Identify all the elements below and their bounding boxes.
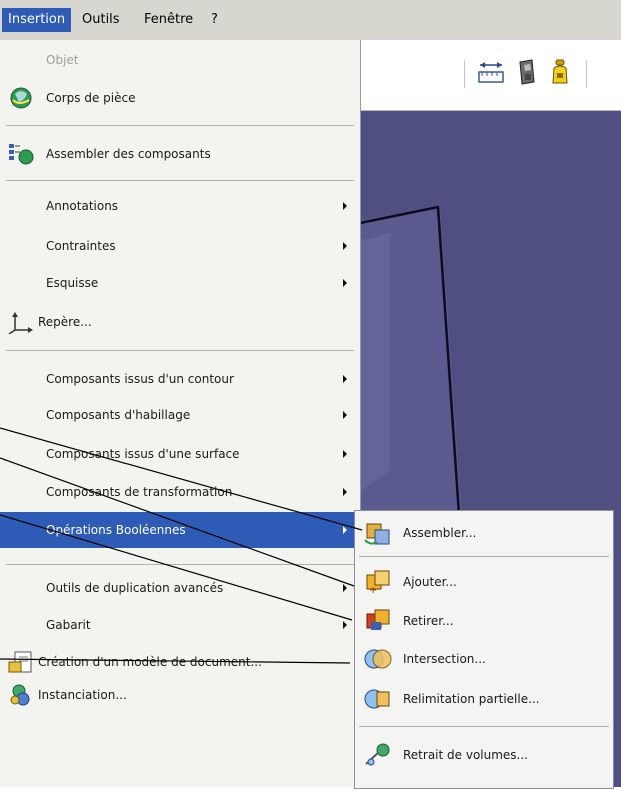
submenu-item-ajouter[interactable]: + Ajouter...: [355, 562, 613, 602]
menu-item-gabarit[interactable]: Gabarit: [0, 607, 360, 643]
menu-item-label: Esquisse: [46, 276, 99, 290]
assemble-components-icon: [7, 142, 35, 166]
menu-separator: [359, 726, 609, 727]
menu-item-label: Repère...: [38, 315, 92, 329]
add-icon: +: [363, 569, 393, 596]
toolbar-separator: [586, 60, 587, 88]
menu-item-label: Opérations Booléennes: [46, 523, 186, 537]
menu-separator: [6, 564, 354, 565]
submenu-arrow-icon: [343, 526, 347, 534]
submenu-item-assembler[interactable]: Assembler...: [355, 513, 613, 553]
menu-item-label: Composants d'habillage: [46, 408, 191, 422]
submenu-arrow-icon: [343, 411, 347, 419]
menu-item-repere[interactable]: Repère...: [0, 304, 360, 340]
submenu-item-label: Relimitation partielle...: [403, 692, 540, 706]
remove-lump-icon: [363, 742, 393, 768]
menu-item-corps-de-piece[interactable]: Corps de pièce: [0, 80, 360, 116]
submenu-arrow-icon: [343, 279, 347, 287]
axis-system-icon: [7, 310, 35, 335]
menu-item-label: Assembler des composants: [46, 147, 211, 161]
submenu-item-label: Retrait de volumes...: [403, 748, 528, 762]
menu-insertion[interactable]: Insertion: [2, 8, 72, 32]
menu-item-objet: Objet: [0, 42, 360, 78]
menu-item-instanciation[interactable]: Instanciation...: [0, 677, 360, 713]
menu-separator: [6, 350, 354, 351]
submenu-arrow-icon: [343, 450, 347, 458]
menu-item-composants-contour[interactable]: Composants issus d'un contour: [0, 361, 360, 397]
submenu-item-label: Assembler...: [403, 526, 477, 540]
menu-item-creation-modele[interactable]: Création d'un modèle de document...: [0, 644, 360, 680]
svg-text:+: +: [369, 585, 377, 595]
submenu-item-label: Intersection...: [403, 652, 486, 666]
menu-item-composants-transformation[interactable]: Composants de transformation: [0, 474, 360, 510]
menu-item-label: Composants de transformation: [46, 485, 233, 499]
menu-item-composants-surface[interactable]: Composants issus d'une surface: [0, 436, 360, 472]
menu-help[interactable]: ?: [205, 8, 224, 32]
menu-outils[interactable]: Outils: [76, 8, 126, 32]
menu-item-operations-booleennes[interactable]: Opérations Booléennes: [0, 512, 360, 548]
submenu-item-retirer[interactable]: Retirer...: [355, 601, 613, 641]
menu-item-outils-duplication[interactable]: Outils de duplication avancés: [0, 570, 360, 606]
submenu-arrow-icon: [343, 242, 347, 250]
measure-between-icon[interactable]: [476, 56, 506, 88]
submenu-arrow-icon: [343, 488, 347, 496]
menu-item-label: Composants issus d'une surface: [46, 447, 240, 461]
submenu-item-intersection[interactable]: Intersection...: [355, 639, 613, 679]
menu-fenetre[interactable]: Fenêtre: [138, 8, 199, 32]
part-body-icon: [7, 86, 35, 110]
toolbar: [360, 40, 621, 111]
menu-item-label: Annotations: [46, 199, 119, 213]
intersection-icon: [363, 646, 393, 672]
measure-item-icon[interactable]: [512, 56, 542, 88]
document-template-icon: [7, 650, 35, 674]
submenu-arrow-icon: [343, 202, 347, 210]
menu-item-contraintes[interactable]: Contraintes: [0, 228, 360, 264]
insertion-menu: Objet Corps de pièce Assembler des compo…: [0, 40, 361, 787]
menu-item-label: Corps de pièce: [46, 91, 136, 105]
boolean-operations-submenu: Assembler... + Ajouter... Retirer... Int…: [354, 510, 614, 789]
menu-bar: Insertion Outils Fenêtre ?: [0, 0, 621, 40]
menu-item-composants-habillage[interactable]: Composants d'habillage: [0, 397, 360, 433]
instantiation-icon: [7, 683, 35, 707]
menu-item-esquisse[interactable]: Esquisse: [0, 265, 360, 301]
toolbar-separator: [464, 60, 465, 88]
submenu-item-label: Retirer...: [403, 614, 454, 628]
menu-item-assembler-composants[interactable]: Assembler des composants: [0, 136, 360, 172]
menu-item-label: Instanciation...: [38, 688, 127, 702]
submenu-item-retrait-volumes[interactable]: Retrait de volumes...: [355, 735, 613, 775]
submenu-arrow-icon: [343, 621, 347, 629]
submenu-item-relimitation[interactable]: Relimitation partielle...: [355, 679, 613, 719]
menu-separator: [6, 125, 354, 126]
submenu-arrow-icon: [343, 375, 347, 383]
menu-separator: [359, 556, 609, 557]
menu-item-label: Création d'un modèle de document...: [38, 655, 262, 669]
partial-trim-icon: [363, 686, 393, 712]
remove-icon: [363, 608, 393, 634]
menu-item-label: Gabarit: [46, 618, 91, 632]
inertia-icon[interactable]: [546, 56, 576, 88]
menu-separator: [6, 180, 354, 181]
submenu-arrow-icon: [343, 584, 347, 592]
menu-item-label: Outils de duplication avancés: [46, 581, 224, 595]
submenu-item-label: Ajouter...: [403, 575, 457, 589]
menu-item-label: Objet: [46, 53, 79, 67]
menu-item-label: Composants issus d'un contour: [46, 372, 234, 386]
menu-item-annotations[interactable]: Annotations: [0, 188, 360, 224]
assemble-icon: [363, 520, 393, 546]
menu-item-label: Contraintes: [46, 239, 116, 253]
